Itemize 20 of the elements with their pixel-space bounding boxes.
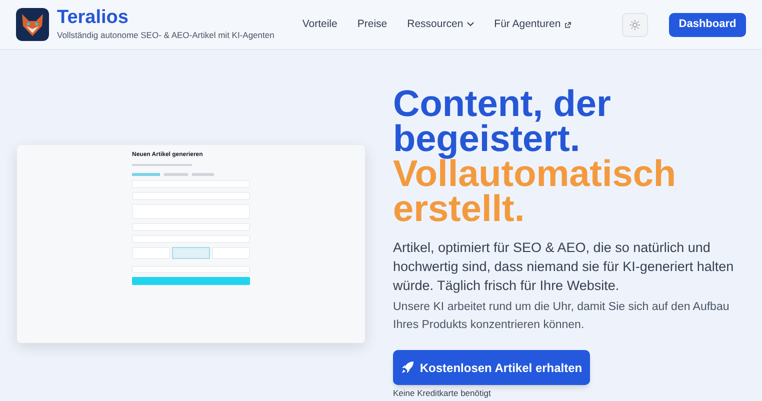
brand-name[interactable]: Teralios bbox=[57, 7, 274, 30]
hero-description: Artikel, optimiert für SEO & AEO, die so natürlich und hochwertig sind, dass niemand sie für KI-generiert halten würde. Täglich frisch für Ihre Website. bbox=[393, 239, 735, 295]
fox-logo-icon[interactable] bbox=[16, 8, 49, 41]
nav-link[interactable]: Preise bbox=[357, 16, 388, 32]
headline-line: erstellt. bbox=[393, 191, 526, 226]
chevron-down-icon bbox=[467, 22, 474, 27]
hero-subtext: Unsere KI arbeitet rund um die Uhr, damit Sie sich auf den Aufbau Ihres Produkts konzentrieren können. bbox=[393, 300, 730, 333]
no-credit-card-note: Keine Kreditkarte benötigt bbox=[393, 388, 492, 399]
dashboard-button[interactable]: Dashboard bbox=[669, 12, 746, 36]
headline-line: Content, der bbox=[393, 86, 612, 121]
option-card bbox=[172, 247, 210, 259]
theme-toggle-button[interactable] bbox=[622, 12, 648, 36]
nav-link[interactable]: Vorteile bbox=[302, 16, 338, 32]
external-link-icon bbox=[564, 22, 571, 28]
brand-tagline: Vollständig autonome SEO- & AEO-Artikel mit KI-Agenten bbox=[57, 29, 274, 42]
nav-link[interactable]: Für Agenturen bbox=[494, 16, 571, 32]
free-article-button[interactable]: Kostenlosen Artikel erhalten bbox=[393, 350, 590, 385]
nav-link[interactable]: Ressourcen bbox=[407, 16, 474, 32]
sun-icon bbox=[630, 20, 640, 30]
rocket-icon bbox=[400, 361, 414, 374]
